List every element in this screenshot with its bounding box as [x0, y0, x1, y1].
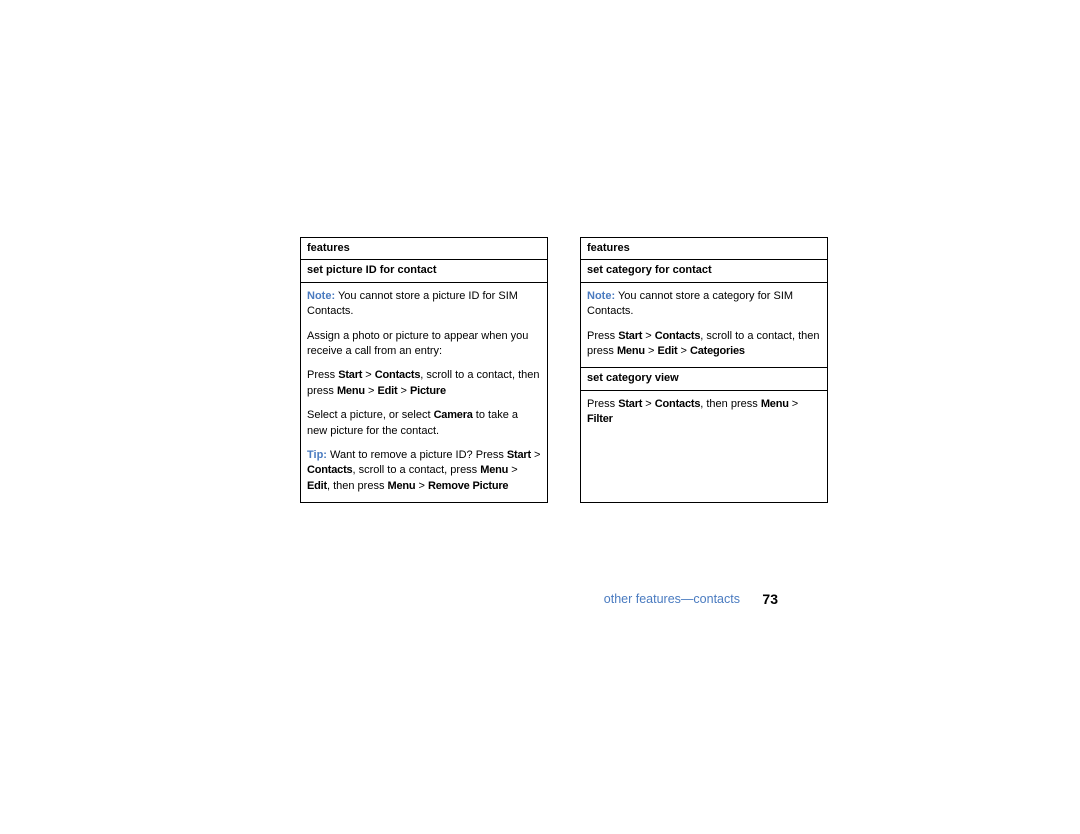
note-paragraph-right: Note: You cannot store a category for SI…: [587, 289, 821, 320]
kw-contacts-2: Contacts: [307, 464, 352, 476]
table-header-right: features: [581, 238, 827, 260]
table-body-right-1: Note: You cannot store a category for SI…: [581, 283, 827, 368]
assign-paragraph: Assign a photo or picture to appear when…: [307, 329, 541, 360]
note-text: You cannot store a picture ID for SIM Co…: [307, 290, 518, 317]
kw-start-r: Start: [618, 330, 642, 342]
kw-start: Start: [338, 369, 362, 381]
kw-filter: Filter: [587, 413, 613, 425]
footer-page-number: 73: [762, 591, 778, 607]
kw-edit: Edit: [377, 385, 397, 397]
kw-camera: Camera: [434, 409, 473, 421]
table-body-left: Note: You cannot store a picture ID for …: [301, 283, 547, 502]
page-footer: other features—contacts 73: [0, 590, 1080, 608]
table-header-left: features: [301, 238, 547, 260]
feature-table-left: features set picture ID for contact Note…: [300, 237, 548, 503]
select-paragraph: Select a picture, or select Camera to ta…: [307, 408, 541, 439]
kw-start-r2: Start: [618, 398, 642, 410]
press-path-right: Press Start > Contacts, scroll to a cont…: [587, 329, 821, 360]
kw-picture: Picture: [410, 385, 446, 397]
kw-categories: Categories: [690, 345, 745, 357]
feature-table-right: features set category for contact Note: …: [580, 237, 828, 503]
kw-menu-3: Menu: [388, 480, 416, 492]
table-body-right-2: Press Start > Contacts, then press Menu …: [581, 391, 827, 436]
kw-start-2: Start: [507, 449, 531, 461]
note-text-right: You cannot store a category for SIM Cont…: [587, 290, 793, 317]
kw-remove-picture: Remove Picture: [428, 480, 508, 492]
footer-section-label: other features—contacts: [604, 592, 740, 606]
kw-edit-r: Edit: [657, 345, 677, 357]
press-path-right-2: Press Start > Contacts, then press Menu …: [587, 397, 821, 428]
tip-label: Tip:: [307, 449, 327, 461]
subheader-category-view: set category view: [581, 367, 827, 390]
press-path-paragraph: Press Start > Contacts, scroll to a cont…: [307, 368, 541, 399]
kw-contacts-r2: Contacts: [655, 398, 700, 410]
kw-edit-2: Edit: [307, 480, 327, 492]
page: features set picture ID for contact Note…: [0, 0, 1080, 834]
content-columns: features set picture ID for contact Note…: [300, 237, 828, 503]
subheader-picture-id: set picture ID for contact: [301, 260, 547, 282]
tip-paragraph: Tip: Want to remove a picture ID? Press …: [307, 448, 541, 494]
note-paragraph: Note: You cannot store a picture ID for …: [307, 289, 541, 320]
note-label: Note:: [307, 290, 335, 302]
kw-menu-r2: Menu: [761, 398, 789, 410]
kw-contacts-r: Contacts: [655, 330, 700, 342]
kw-menu-2: Menu: [480, 464, 508, 476]
note-label-right: Note:: [587, 290, 615, 302]
kw-menu: Menu: [337, 385, 365, 397]
kw-menu-r: Menu: [617, 345, 645, 357]
kw-contacts: Contacts: [375, 369, 420, 381]
subheader-set-category: set category for contact: [581, 260, 827, 282]
